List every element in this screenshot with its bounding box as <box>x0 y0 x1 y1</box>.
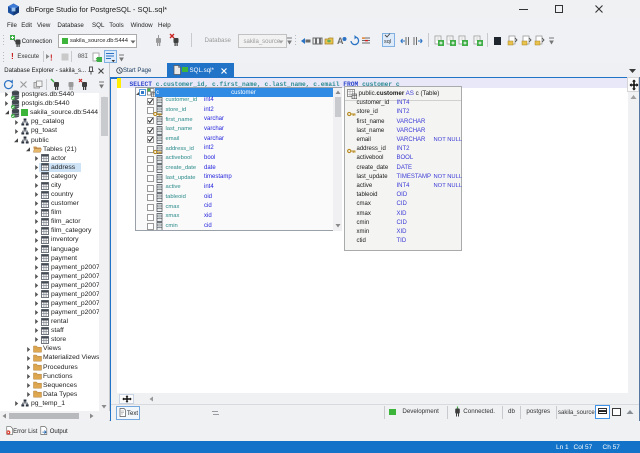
svg-text:A: A <box>337 36 344 46</box>
svg-text:sql: sql <box>384 39 391 45</box>
svg-text:!: ! <box>50 53 53 62</box>
